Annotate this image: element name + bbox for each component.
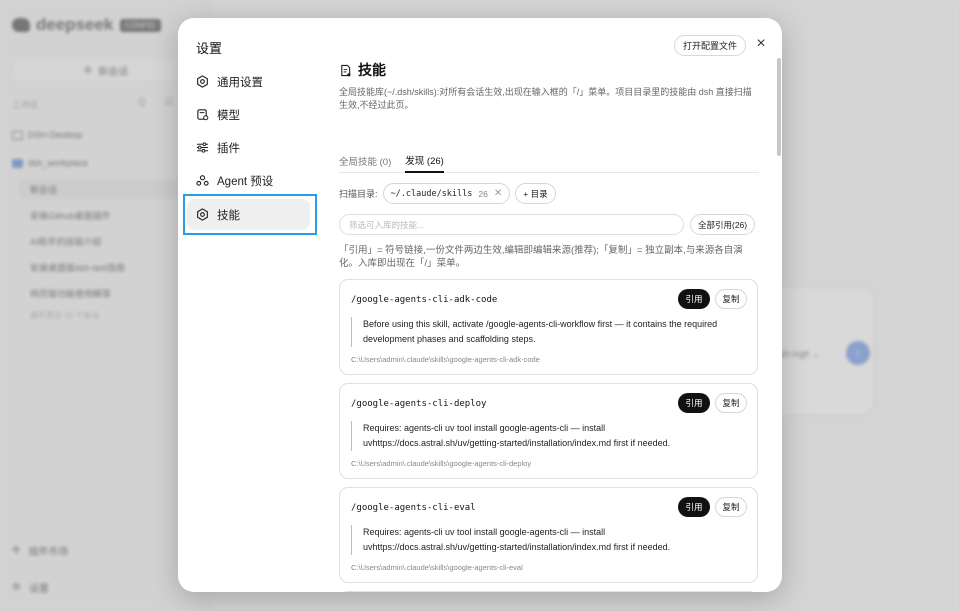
open-config-button[interactable]: 打开配置文件 [674, 35, 747, 56]
nav-plugins[interactable]: 插件 [187, 132, 310, 163]
scan-dir-chip[interactable]: ~/.claude/skills 26 ✕ [382, 183, 511, 204]
skill-card: /google-agents-cli-deploy 引用 复制 Requires… [339, 383, 758, 479]
tab-discover[interactable]: 发现 (26) [405, 149, 444, 173]
scan-label: 扫描目录: [339, 189, 378, 199]
scan-dir-count: 26 [478, 188, 488, 199]
page-description: 全局技能库(~/.dsh/skills):对所有会话生效,出现在输入框的「/」菜… [339, 87, 752, 110]
model-icon [197, 109, 209, 121]
scan-dir-path: ~/.claude/skills [390, 188, 473, 199]
skill-doc-icon [341, 64, 351, 77]
cite-button[interactable]: 引用 [678, 289, 710, 309]
skill-path: C:\Users\admin\.claude\skills\google-age… [351, 459, 532, 468]
nav-label: 模型 [217, 109, 240, 122]
nav-model[interactable]: 模型 [187, 99, 310, 130]
skill-name: /google-agents-cli-eval [351, 503, 476, 513]
add-directory-button[interactable]: + 目录 [515, 183, 556, 204]
copy-button[interactable]: 复制 [715, 497, 747, 517]
skill-card-partial [339, 591, 758, 592]
skill-path: C:\Users\admin\.claude\skills\google-age… [351, 563, 523, 572]
scroll-thumb[interactable] [777, 58, 781, 156]
settings-title: 设置 [196, 41, 223, 56]
skill-path: C:\Users\admin\.claude\skills\google-age… [351, 355, 540, 364]
scan-directory-row: 扫描目录: ~/.claude/skills 26 ✕ + 目录 [339, 183, 556, 204]
page-title: 技能 [358, 62, 386, 78]
copy-button[interactable]: 复制 [715, 289, 747, 309]
page-header: 技能 [339, 60, 386, 80]
skill-description: Before using this skill, activate /googl… [351, 317, 736, 347]
skill-card: /google-agents-cli-adk-code 引用 复制 Before… [339, 279, 758, 375]
settings-nav: 设置 通用设置 模型 插件 Agent 预设 技能 [178, 18, 324, 592]
skill-search-input[interactable]: 筛选可入库的技能... [339, 214, 684, 235]
cite-button[interactable]: 引用 [678, 393, 710, 413]
close-icon[interactable]: × [752, 34, 770, 54]
copy-button[interactable]: 复制 [715, 393, 747, 413]
skill-description: Requires: agents-cli uv tool install goo… [351, 421, 736, 451]
skill-tabs: 全局技能 (0) 发现 (26) [339, 149, 759, 173]
skill-gear-icon [197, 208, 208, 221]
tab-global-skills[interactable]: 全局技能 (0) [339, 149, 391, 173]
remove-dir-icon[interactable]: ✕ [494, 188, 502, 199]
settings-gear-icon [197, 75, 208, 88]
nav-general-settings[interactable]: 通用设置 [187, 66, 310, 97]
nav-skills[interactable]: 技能 [187, 199, 310, 230]
settings-modal: 设置 通用设置 模型 插件 Agent 预设 技能 打开配置文件 × 技能 全局… [178, 18, 782, 592]
nav-label: 通用设置 [217, 76, 263, 89]
cite-copy-note: 「引用」= 符号链接,一份文件两边生效,编辑即编辑来源(推荐);「复制」= 独立… [339, 245, 743, 269]
skill-name: /google-agents-cli-adk-code [351, 295, 498, 305]
skill-card: /google-agents-cli-eval 引用 复制 Requires: … [339, 487, 758, 583]
cite-button[interactable]: 引用 [678, 497, 710, 517]
agent-icon [196, 175, 209, 186]
nav-label: 插件 [217, 142, 240, 155]
nav-label: Agent 预设 [217, 175, 274, 188]
cite-all-button[interactable]: 全部引用(26) [690, 214, 756, 235]
plugin-sliders-icon [196, 142, 209, 153]
skill-description: Requires: agents-cli uv tool install goo… [351, 525, 736, 555]
nav-agent-presets[interactable]: Agent 预设 [187, 165, 310, 196]
nav-label: 技能 [217, 209, 240, 222]
skill-name: /google-agents-cli-deploy [351, 399, 487, 409]
modal-scrollbar[interactable] [775, 18, 782, 592]
